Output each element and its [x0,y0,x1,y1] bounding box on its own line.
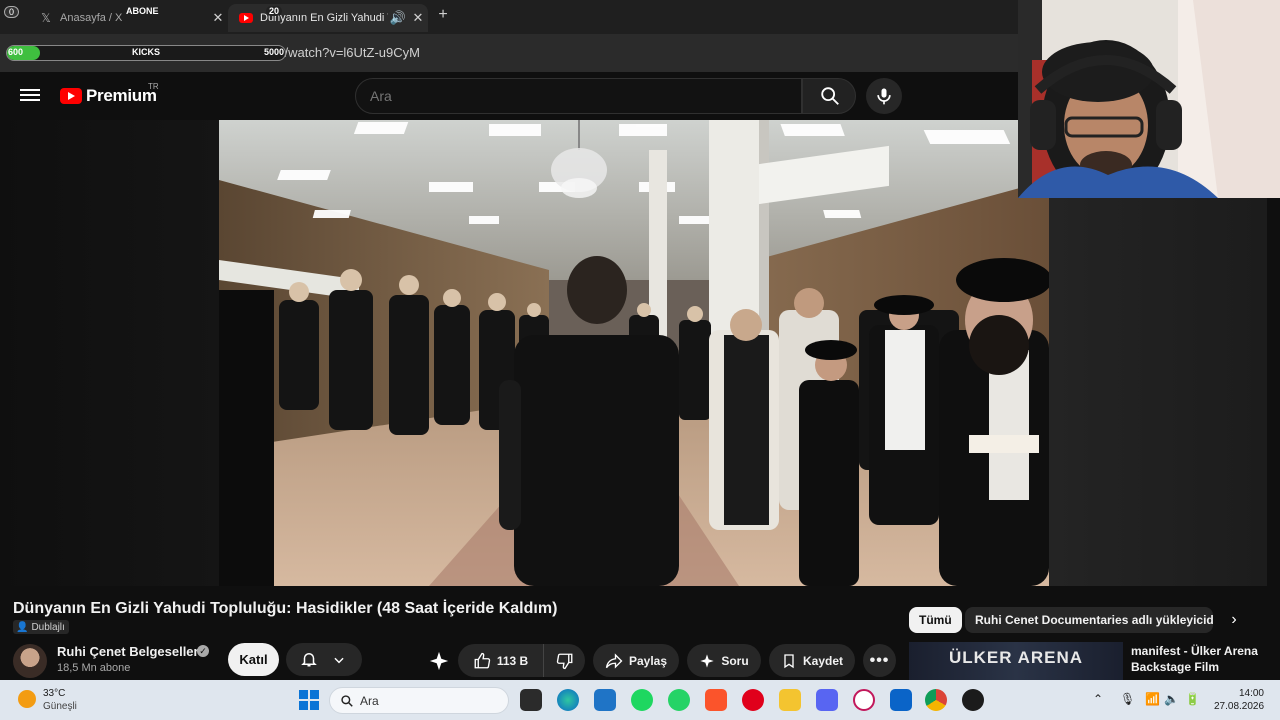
join-button[interactable]: Katıl [228,643,279,676]
recommendation-title[interactable]: manifest - Ülker Arena Backstage Film [1131,643,1261,675]
menu-icon[interactable] [20,86,40,104]
outlook-icon[interactable] [890,689,912,711]
new-tab-button[interactable]: + [432,6,454,28]
player-backdrop [1049,198,1267,586]
search-icon [821,87,839,105]
subscriber-count: 18,5 Mn abone [57,662,131,674]
app-icon[interactable] [594,689,616,711]
progress-end-label: 5000 [264,47,285,57]
overlay-abone-label: ABONE [126,6,159,16]
search-button[interactable] [802,78,856,114]
volume-icon[interactable]: 🔈 [1164,692,1179,706]
video-frame [219,120,1049,586]
wifi-icon[interactable]: 📶 [1145,692,1160,706]
tab-youtube-video[interactable]: Dünyanın En Gizli Yahudi To 🔊 ✕ [228,4,428,32]
opera-icon[interactable] [742,689,764,711]
discord-icon[interactable] [816,689,838,711]
weather-temperature[interactable]: 33°C [43,688,65,699]
chip-from-uploader[interactable]: Ruhi Cenet Documentaries adlı yükleyicid… [965,607,1213,633]
video-title: Dünyanın En Gizli Yahudi Topluluğu: Hasi… [13,600,558,617]
search-input[interactable] [370,88,770,104]
x-logo-icon: 𝕏 [41,11,51,25]
edge-icon[interactable] [557,689,579,711]
dubbed-badge: 👤 Dublajlı [13,620,69,634]
save-button[interactable]: Kaydet [769,644,855,677]
ask-button[interactable]: Soru [687,644,761,677]
search-icon [341,695,353,707]
brave-icon[interactable] [705,689,727,711]
taskbar-search-label: Ara [360,694,379,708]
chrome-icon[interactable] [925,689,947,711]
progress-start-label: 600 [8,47,24,57]
dislike-button[interactable] [543,644,585,677]
sun-icon[interactable] [18,690,36,708]
clock-time[interactable]: 14:00 [1228,688,1264,699]
opera-gx-icon[interactable] [853,689,875,711]
chevron-right-icon[interactable]: › [1222,608,1246,632]
chip-all[interactable]: Tümü [909,607,962,633]
share-button[interactable]: Paylaş [593,644,679,677]
player-backdrop [0,120,219,586]
like-button[interactable]: 113 B [458,644,543,677]
overlay-count-badge: 20 [266,6,283,16]
clock-date[interactable]: 27.08.2026 [1214,701,1264,712]
taskbar-search[interactable]: Ara [329,687,509,714]
close-icon[interactable]: ✕ [408,10,428,26]
thumbs-down-icon [556,653,572,669]
like-count: 113 B [496,653,529,668]
task-view-icon[interactable] [520,689,542,711]
sparkle-icon[interactable] [428,650,450,677]
bookmark-icon [784,653,794,668]
dubbed-label: Dublajlı [31,621,65,633]
youtube-favicon-icon [238,10,254,26]
webcam-frame [1018,0,1280,198]
more-icon: ••• [869,651,890,669]
chevron-up-icon[interactable]: ⌃ [1093,692,1103,706]
ask-label: Soru [721,653,749,668]
microphone-icon[interactable]: 🎙 [1120,692,1135,706]
folder-icon[interactable] [779,689,801,711]
spotify-icon[interactable] [631,689,653,711]
sparkle-icon [700,653,714,668]
progress-center-label: KICKS [132,47,161,57]
more-actions-button[interactable]: ••• [863,644,896,677]
bell-icon [301,653,317,667]
logo-region: TR [148,82,159,91]
youtube-logo-icon[interactable] [60,88,82,104]
verified-icon: ✓ [197,645,209,657]
thumbnail-text: ÜLKER ARENA [948,648,1084,667]
close-icon[interactable]: ✕ [208,10,228,26]
whatsapp-icon[interactable] [668,689,690,711]
overlay-badge: 0 [4,6,20,18]
channel-name[interactable]: Ruhi Çenet Belgeselleri [57,644,202,659]
logo-text[interactable]: Premium [86,86,157,106]
search-box[interactable] [355,78,802,114]
windows-start-icon[interactable] [299,690,319,710]
speaker-icon[interactable]: 🔊 [388,10,408,26]
weather-description[interactable]: Güneşli [43,701,77,712]
battery-icon[interactable]: 🔋 [1185,692,1200,706]
channel-avatar[interactable] [13,644,47,678]
share-label: Paylaş [628,653,668,668]
subscription-bell-button[interactable] [286,643,362,676]
app-icon[interactable] [962,689,984,711]
webcam-overlay [1018,0,1280,198]
thumbs-up-icon [474,652,490,668]
share-icon [605,652,623,669]
voice-search-button[interactable] [866,78,902,114]
chevron-down-icon [334,657,344,664]
save-label: Kaydet [802,653,843,668]
video-player[interactable] [219,120,1049,586]
microphone-icon [877,88,891,105]
person-voice-icon: 👤 [16,621,29,633]
recommendation-thumbnail[interactable]: ÜLKER ARENA [909,642,1123,680]
